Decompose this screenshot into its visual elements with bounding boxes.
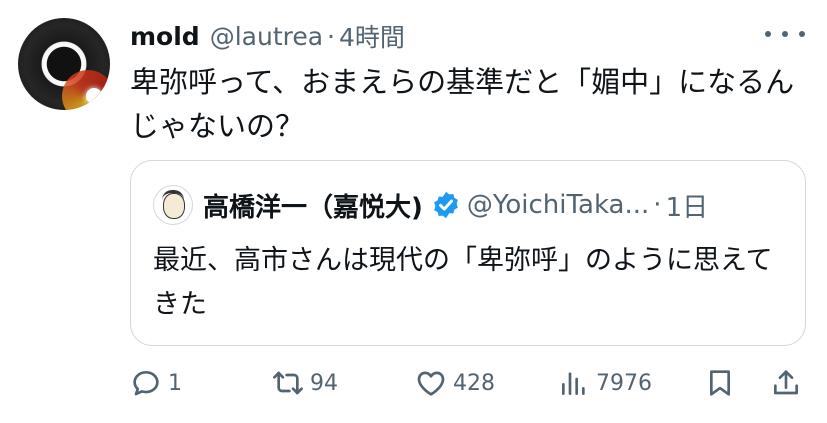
action-bar: 1 94 428 7976: [130, 360, 810, 406]
avatar[interactable]: [18, 18, 110, 110]
avatar-flare: [62, 70, 110, 110]
separator-dot: ·: [327, 21, 335, 51]
quoted-author-handle[interactable]: @YoichiTaka...: [467, 190, 649, 220]
like-button[interactable]: 428: [415, 360, 495, 406]
tweet-timestamp[interactable]: 4時間: [339, 18, 405, 54]
quoted-author-name[interactable]: 高橋洋一（嘉悦大): [203, 187, 423, 224]
author-name[interactable]: mold: [130, 22, 200, 51]
views-button[interactable]: 7976: [558, 360, 652, 406]
bookmark-icon: [710, 370, 730, 396]
more-icon[interactable]: [765, 22, 805, 46]
quoted-tweet-header: 高橋洋一（嘉悦大) @YoichiTaka... · 1日: [153, 185, 709, 225]
retweet-count: 94: [310, 370, 338, 396]
more-dot: [765, 31, 771, 37]
bookmark-button[interactable]: [704, 360, 736, 406]
more-dot: [782, 31, 788, 37]
share-icon: [774, 370, 798, 395]
reply-button[interactable]: 1: [130, 360, 182, 406]
reply-icon: [133, 371, 159, 396]
views-icon: [562, 372, 585, 395]
share-button[interactable]: [770, 360, 802, 406]
avatar-highlight: [86, 88, 102, 104]
like-count: 428: [453, 370, 495, 396]
separator-dot: ·: [653, 190, 662, 220]
retweet-button[interactable]: 94: [272, 360, 338, 406]
tweet-text: 卑弥呼って、おまえらの基準だと「媚中」になるんじゃないの？: [130, 65, 795, 143]
quoted-avatar[interactable]: [153, 185, 193, 225]
heart-icon: [417, 371, 445, 396]
tweet-header: mold @lautrea · 4時間: [130, 18, 405, 54]
quoted-tweet[interactable]: 高橋洋一（嘉悦大) @YoichiTaka... · 1日 最近、高市さんは現代…: [130, 160, 806, 346]
author-handle[interactable]: @lautrea: [210, 22, 323, 51]
verified-badge-icon: [434, 191, 458, 219]
quoted-tweet-timestamp[interactable]: 1日: [666, 187, 709, 224]
reply-count: 1: [168, 370, 182, 396]
retweet-icon: [273, 371, 303, 395]
views-count: 7976: [596, 370, 652, 396]
more-dot: [799, 31, 805, 37]
quoted-tweet-text: 最近、高市さんは現代の「卑弥呼」のように思えてきた: [153, 245, 773, 320]
quoted-avatar-hair: [162, 190, 184, 203]
